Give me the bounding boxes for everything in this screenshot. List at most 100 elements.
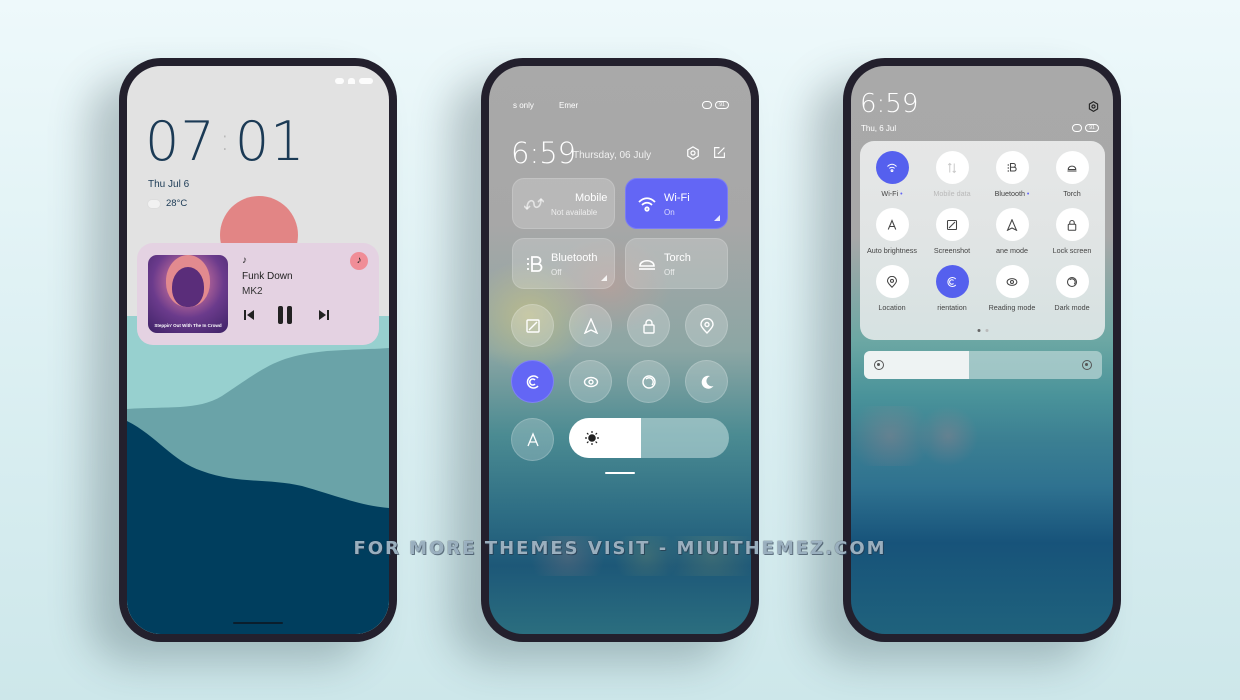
toggle-screenshot[interactable]: Screenshot: [922, 208, 982, 255]
pause-button[interactable]: [278, 306, 292, 324]
clock-hours: 07: [145, 110, 216, 173]
toggle-button[interactable]: [935, 265, 969, 298]
toggle-button[interactable]: [995, 151, 1029, 184]
toggle-button[interactable]: [1055, 265, 1089, 298]
location-icon: [699, 317, 714, 334]
lock-screen-button[interactable]: [627, 304, 670, 347]
page-dot: [985, 329, 988, 332]
lock-date: Thu Jul 6: [148, 179, 190, 190]
expand-corner-icon[interactable]: [714, 215, 720, 221]
phone-quick-settings: 6:59 Thu, 6 Jul 91 Wi-Fi • Mobile data Blu…: [843, 58, 1121, 642]
sim-icon: [702, 101, 712, 109]
next-track-button[interactable]: [318, 309, 330, 324]
mobile-data-tile[interactable]: Mobile Not available: [512, 178, 615, 229]
dark-mode-button[interactable]: [627, 360, 670, 403]
album-caption: Steppin' Out With The In Crowd: [154, 323, 222, 328]
toggle-wi-fi[interactable]: Wi-Fi •: [862, 151, 922, 198]
rotation-lock-button[interactable]: [511, 360, 554, 403]
toggle-button[interactable]: [995, 265, 1029, 298]
toggle-lock-screen[interactable]: Lock screen: [1042, 208, 1102, 255]
qs-date: Thu, 6 Jul: [861, 124, 897, 133]
settings-icon[interactable]: [1088, 101, 1099, 112]
toggle-button[interactable]: [995, 208, 1029, 241]
blurred-homescreen: [851, 406, 1113, 466]
tile-status: On: [664, 208, 675, 217]
airplane-icon: [1006, 218, 1018, 231]
bluetooth-icon: [1007, 162, 1017, 172]
toggle-bluetooth[interactable]: Bluetooth •: [982, 151, 1042, 198]
sim-icon: [1072, 124, 1082, 132]
pause-bar-right: [287, 306, 292, 324]
toggle-mobile-data[interactable]: Mobile data: [922, 151, 982, 198]
connected-dot: •: [1024, 191, 1030, 198]
settings-icon[interactable]: [686, 146, 700, 160]
brightness-slider[interactable]: [569, 418, 729, 458]
auto-brightness-icon: [887, 218, 897, 230]
toggle-button[interactable]: [875, 151, 909, 184]
toggle-torch[interactable]: Torch: [1042, 151, 1102, 198]
toggle-label: Auto brightness: [867, 246, 917, 255]
tile-status: Off: [664, 268, 675, 277]
album-art: Steppin' Out With The In Crowd: [148, 255, 228, 333]
phone-control-center: s only Emer 91 6:59 Thursday, 06 July Mo…: [481, 58, 759, 642]
home-indicator[interactable]: [233, 622, 283, 624]
toggle-label: Torch: [1063, 189, 1081, 198]
expand-corner-icon[interactable]: [601, 275, 607, 281]
brightness-high-icon: [1082, 360, 1092, 370]
toggle-button[interactable]: [875, 208, 909, 241]
wifi-icon: [887, 163, 897, 172]
night-mode-button[interactable]: [685, 360, 728, 403]
toggle-button[interactable]: [935, 208, 969, 241]
music-widget[interactable]: Steppin' Out With The In Crowd ♪ Funk Do…: [137, 243, 379, 345]
brightness-fill: [569, 418, 641, 458]
toggle-location[interactable]: Location: [862, 265, 922, 312]
torch-tile[interactable]: Torch Off: [625, 238, 728, 289]
blurred-homescreen: [489, 536, 751, 576]
torch-icon: [639, 259, 655, 270]
bluetooth-tile[interactable]: Bluetooth Off: [512, 238, 615, 289]
previous-track-button[interactable]: [243, 309, 255, 324]
wifi-tile[interactable]: Wi-Fi On: [625, 178, 728, 229]
auto-brightness-button[interactable]: [511, 418, 554, 461]
toggle-rientation[interactable]: rientation: [922, 265, 982, 312]
music-app-icon[interactable]: ♪: [350, 252, 368, 270]
screenshot-button[interactable]: [511, 304, 554, 347]
toggle-button[interactable]: [935, 151, 969, 184]
tile-label: Torch: [664, 252, 691, 264]
control-center: s only Emer 91 6:59 Thursday, 06 July Mo…: [489, 66, 751, 634]
tile-status: Off: [551, 268, 562, 277]
status-bar: 91: [702, 101, 729, 109]
song-artist: MK2: [242, 286, 263, 297]
tile-label: Bluetooth: [551, 252, 598, 264]
toggle-label: Dark mode: [1054, 303, 1090, 312]
bluetooth-icon: [527, 256, 543, 272]
toggle-ane-mode[interactable]: ane mode: [982, 208, 1042, 255]
brightness-icon: [585, 431, 599, 445]
location-button[interactable]: [685, 304, 728, 347]
toggle-label: Location: [878, 303, 906, 312]
tile-status: Not available: [551, 208, 598, 217]
toggle-label: Bluetooth •: [994, 189, 1030, 198]
toggle-button[interactable]: [875, 265, 909, 298]
mobile-data-icon: [947, 162, 957, 173]
weather: 28°C: [148, 196, 187, 209]
torch-icon: [1067, 165, 1077, 172]
toggle-dark-mode[interactable]: Dark mode: [1042, 265, 1102, 312]
toggle-auto-brightness[interactable]: Auto brightness: [862, 208, 922, 255]
toggle-button[interactable]: [1055, 208, 1089, 241]
brightness-slider[interactable]: [864, 351, 1102, 379]
home-indicator[interactable]: [605, 472, 635, 474]
toggle-label: Screenshot: [933, 246, 971, 255]
screenshot-icon: [525, 318, 540, 333]
reading-mode-button[interactable]: [569, 360, 612, 403]
toggle-reading-mode[interactable]: Reading mode: [982, 265, 1042, 312]
quick-settings: 6:59 Thu, 6 Jul 91 Wi-Fi • Mobile data Blu…: [851, 66, 1113, 634]
airplane-mode-button[interactable]: [569, 304, 612, 347]
toggle-label: ane mode: [996, 246, 1028, 255]
moon-icon: [701, 375, 713, 389]
toggle-button[interactable]: [1055, 151, 1089, 184]
carrier-text: s only: [513, 101, 534, 110]
edit-icon[interactable]: [713, 146, 726, 159]
emergency-text: Emer: [559, 101, 579, 110]
lockscreen: 07:01 Thu Jul 6 28°C Steppin' Out With T…: [127, 66, 389, 634]
